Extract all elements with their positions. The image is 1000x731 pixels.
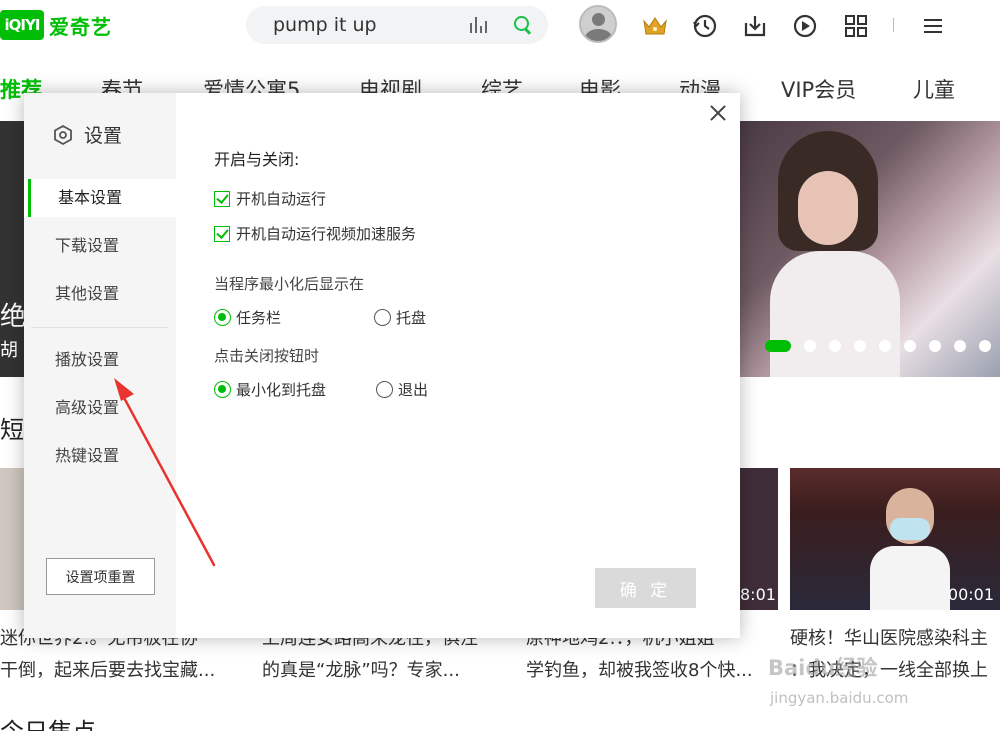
radio-exit-label[interactable]: 退出 <box>398 379 428 400</box>
carousel-dot[interactable] <box>804 340 816 352</box>
video-duration: 8:01 <box>740 585 776 604</box>
top-bar: iQIYI 爱奇艺 pump it up <box>0 0 1000 54</box>
section-title: 短 <box>0 416 24 444</box>
carousel-dot[interactable] <box>929 340 941 352</box>
thumbnail-figure <box>870 488 950 610</box>
accel-service-checkbox[interactable] <box>214 225 230 242</box>
carousel-dot[interactable] <box>765 340 791 352</box>
avatar-icon[interactable] <box>579 5 617 43</box>
logo-mark: iQIYI <box>0 10 44 40</box>
video-title[interactable]: 干倒，起来后要去找宝藏... <box>0 656 250 682</box>
menu-icon[interactable] <box>920 13 946 39</box>
radio-exit-control[interactable] <box>376 381 393 398</box>
grid-icon[interactable] <box>843 13 869 39</box>
sidebar-divider <box>31 327 168 328</box>
sidebar-item-download[interactable]: 下载设置 <box>24 227 176 265</box>
autostart-checkbox-row[interactable]: 开机自动运行 <box>214 188 326 209</box>
logo-text: 爱奇艺 <box>49 14 112 39</box>
accel-service-checkbox-row[interactable]: 开机自动运行视频加速服务 <box>214 223 416 244</box>
radio-tray-label[interactable]: 托盘 <box>396 307 426 328</box>
settings-title-text: 设置 <box>84 125 123 147</box>
search-icon[interactable] <box>512 14 534 36</box>
annotation-arrow-icon <box>114 378 216 567</box>
carousel-dot[interactable] <box>829 340 841 352</box>
section-heading: 开启与关闭: <box>214 150 300 169</box>
autostart-label[interactable]: 开机自动运行 <box>236 188 326 209</box>
minimize-group-label: 当程序最小化后显示在 <box>214 275 365 293</box>
play-icon[interactable] <box>792 13 818 39</box>
voice-bars-icon[interactable] <box>470 17 488 33</box>
section-title: 今日焦点 <box>0 712 96 731</box>
watermark-url: jingyan.baidu.com <box>770 689 909 707</box>
carousel-dot[interactable] <box>904 340 916 352</box>
video-thumbnail[interactable]: 00:01 <box>790 468 1000 610</box>
radio-taskbar-control[interactable] <box>214 309 231 326</box>
radio-taskbar[interactable]: 任务栏 <box>214 307 281 328</box>
radio-minimize-tray-label[interactable]: 最小化到托盘 <box>236 379 326 400</box>
history-icon[interactable] <box>692 13 718 39</box>
nav-item-kids[interactable]: 儿童 <box>913 74 955 104</box>
radio-tray[interactable]: 托盘 <box>374 307 426 328</box>
video-title[interactable]: 学钓鱼，却被我签收8个快... <box>526 656 776 682</box>
carousel-dot[interactable] <box>854 340 866 352</box>
video-duration: 00:01 <box>947 585 994 604</box>
video-title[interactable]: 的真是“龙脉”吗？专家... <box>262 656 512 682</box>
banner-subtitle: 胡 <box>0 340 18 361</box>
watermark: Baidu经验 <box>768 656 878 680</box>
radio-taskbar-label[interactable]: 任务栏 <box>236 307 281 328</box>
close-icon[interactable] <box>706 101 730 125</box>
carousel-dot[interactable] <box>954 340 966 352</box>
nav-item-vip[interactable]: VIP会员 <box>781 74 856 104</box>
settings-hex-icon <box>54 124 72 145</box>
radio-minimize-tray[interactable]: 最小化到托盘 <box>214 379 326 400</box>
sidebar-item-basic[interactable]: 基本设置 <box>24 179 176 217</box>
accel-service-label[interactable]: 开机自动运行视频加速服务 <box>236 223 416 244</box>
search-box[interactable]: pump it up <box>246 6 548 44</box>
carousel-dot[interactable] <box>879 340 891 352</box>
confirm-button[interactable]: 确 定 <box>595 568 696 608</box>
banner-title: 绝 <box>0 302 27 332</box>
video-thumbnail[interactable] <box>0 468 26 610</box>
toolbar-divider <box>893 18 894 32</box>
app-logo[interactable]: iQIYI 爱奇艺 <box>0 8 112 42</box>
radio-tray-control[interactable] <box>374 309 391 326</box>
radio-exit[interactable]: 退出 <box>376 379 428 400</box>
sidebar-item-other[interactable]: 其他设置 <box>24 275 176 313</box>
download-icon[interactable] <box>742 13 768 39</box>
autostart-checkbox[interactable] <box>214 190 230 207</box>
video-thumbnail[interactable]: 8:01 <box>740 468 778 610</box>
banner-image[interactable] <box>740 121 1000 377</box>
carousel-dot[interactable] <box>979 340 991 352</box>
search-input[interactable]: pump it up <box>273 14 470 36</box>
carousel-dots <box>765 340 991 352</box>
vip-crown-icon[interactable] <box>642 13 668 39</box>
settings-title: 设置 <box>52 121 122 148</box>
close-group-label: 点击关闭按钮时 <box>214 347 320 365</box>
video-title[interactable]: 硬核！华山医院感染科主 <box>790 624 1000 650</box>
